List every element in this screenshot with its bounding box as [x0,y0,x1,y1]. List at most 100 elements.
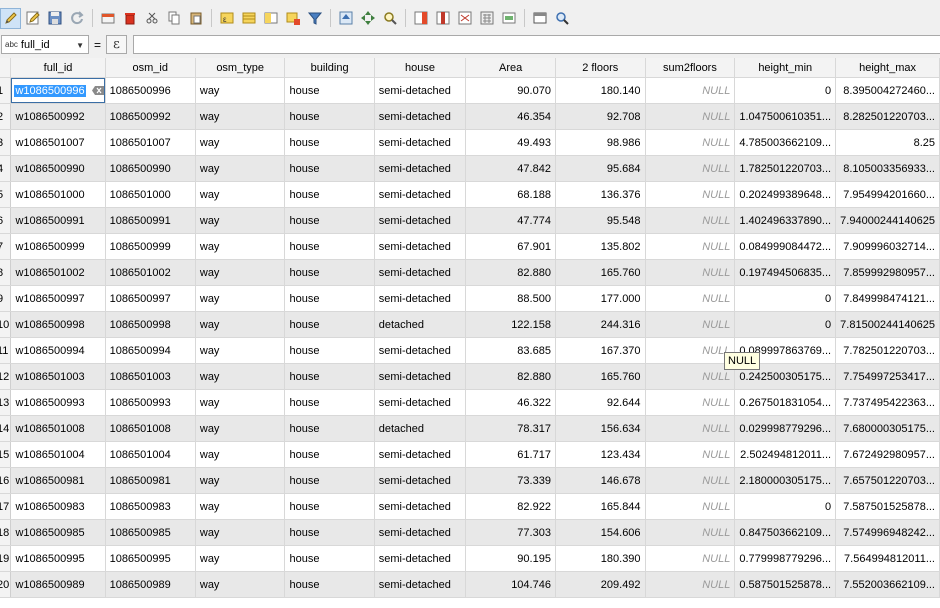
cell-house[interactable]: semi-detached [374,571,467,598]
row-number[interactable]: 9 [0,285,12,312]
save-edits-button[interactable] [44,8,65,29]
cell-osm-id[interactable]: 1086500993 [105,389,196,416]
cell-floors2[interactable]: 165.844 [555,493,646,520]
cell-floors2[interactable]: 123.434 [555,441,646,468]
cell-osm-id[interactable]: 1086500995 [105,545,196,572]
cell-area[interactable]: 77.303 [465,519,556,546]
cell-building[interactable]: house [284,467,375,494]
deselect-all-button[interactable] [282,8,303,29]
cell-osm-type[interactable]: way [195,389,286,416]
cell-height-min[interactable]: 0.084999084472... [734,233,837,260]
move-selection-to-top-button[interactable] [335,8,356,29]
cell-area[interactable]: 46.354 [465,103,556,130]
cell-area[interactable]: 68.188 [465,181,556,208]
actions-button[interactable] [551,8,572,29]
row-number[interactable]: 11 [0,337,12,364]
cell-full-id[interactable]: w1086501003 [10,363,106,390]
copy-button[interactable] [163,8,184,29]
cell-osm-type[interactable]: way [195,285,286,312]
field-select[interactable]: abc full_id ▼ [1,35,89,54]
table-row[interactable]: 10w10865009981086500998wayhousedetached1… [0,311,940,338]
cell-building[interactable]: house [284,545,375,572]
cell-osm-id[interactable]: 1086500998 [105,311,196,338]
cell-sum2floors[interactable]: NULL [645,207,736,234]
row-number[interactable]: 6 [0,207,12,234]
cell-osm-type[interactable]: way [195,77,286,104]
row-number[interactable]: 8 [0,259,12,286]
cell-height-max[interactable]: 7.954994201660... [835,181,940,208]
cell-building[interactable]: house [284,441,375,468]
row-number[interactable]: 4 [0,155,12,182]
row-number[interactable]: 20 [0,571,12,598]
organize-columns-button[interactable] [454,8,475,29]
delete-selected-button[interactable] [119,8,140,29]
new-field-button[interactable] [410,8,431,29]
row-number[interactable]: 18 [0,519,12,546]
cell-height-min[interactable]: 2.180000305175... [734,467,837,494]
cell-osm-id[interactable]: 1086500985 [105,519,196,546]
cell-osm-type[interactable]: way [195,129,286,156]
cell-area[interactable]: 46.322 [465,389,556,416]
cell-sum2floors[interactable]: NULL [645,233,736,260]
cell-full-id[interactable]: w1086500992 [10,103,106,130]
cell-sum2floors[interactable]: NULL [645,415,736,442]
cell-full-id[interactable]: w1086500999 [10,233,106,260]
cell-area[interactable]: 49.493 [465,129,556,156]
cell-osm-id[interactable]: 1086500990 [105,155,196,182]
cell-area[interactable]: 88.500 [465,285,556,312]
delete-field-button[interactable] [432,8,453,29]
cell-height-min[interactable]: 0.587501525878... [734,571,837,598]
cell-osm-id[interactable]: 1086501002 [105,259,196,286]
cell-floors2[interactable]: 98.986 [555,129,646,156]
cell-house[interactable]: semi-detached [374,467,467,494]
cell-osm-type[interactable]: way [195,571,286,598]
expression-input[interactable] [133,35,940,54]
cell-house[interactable]: semi-detached [374,441,467,468]
cell-height-max[interactable]: 8.282501220703... [835,103,940,130]
cell-height-min[interactable]: 0 [734,311,837,338]
cell-sum2floors[interactable]: NULL [645,103,736,130]
cell-osm-id[interactable]: 1086501000 [105,181,196,208]
cell-height-max[interactable]: 8.105003356933... [835,155,940,182]
cell-floors2[interactable]: 177.000 [555,285,646,312]
cell-house[interactable]: semi-detached [374,337,467,364]
cell-height-max[interactable]: 7.587501525878... [835,493,940,520]
pan-to-selected-button[interactable] [357,8,378,29]
cell-floors2[interactable]: 180.140 [555,77,646,104]
cell-height-min[interactable]: 0.202499389648... [734,181,837,208]
cell-building[interactable]: house [284,571,375,598]
cell-full-id[interactable]: w1086500985 [10,519,106,546]
cell-area[interactable]: 122.158 [465,311,556,338]
select-by-expression-button[interactable]: ε [216,8,237,29]
cell-area[interactable]: 82.922 [465,493,556,520]
cell-osm-id[interactable]: 1086500981 [105,467,196,494]
cell-area[interactable]: 78.317 [465,415,556,442]
row-number[interactable]: 2 [0,103,12,130]
zoom-to-selected-button[interactable] [379,8,400,29]
cell-floors2[interactable]: 244.316 [555,311,646,338]
cell-height-min[interactable]: 1.402496337890... [734,207,837,234]
cell-building[interactable]: house [284,129,375,156]
cell-osm-id[interactable]: 1086500991 [105,207,196,234]
cell-height-max[interactable]: 7.849998474121... [835,285,940,312]
cell-floors2[interactable]: 167.370 [555,337,646,364]
cell-floors2[interactable]: 146.678 [555,467,646,494]
cell-sum2floors[interactable]: NULL [645,571,736,598]
cell-area[interactable]: 67.901 [465,233,556,260]
cell-osm-type[interactable]: way [195,545,286,572]
table-row[interactable]: 17w10865009831086500983wayhousesemi-deta… [0,493,940,520]
cell-building[interactable]: house [284,155,375,182]
cell-sum2floors[interactable]: NULL [645,545,736,572]
cell-building[interactable]: house [284,493,375,520]
cell-height-max[interactable]: 7.680000305175... [835,415,940,442]
column-header-house[interactable]: house [374,58,467,78]
invert-selection-button[interactable] [260,8,281,29]
cell-building[interactable]: house [284,77,375,104]
field-calculator-button[interactable] [476,8,497,29]
cell-height-max[interactable]: 7.672492980957... [835,441,940,468]
cell-height-min[interactable]: 0.029998779296... [734,415,837,442]
toggle-multi-edit-button[interactable] [22,8,43,29]
cell-height-max[interactable]: 7.81500244140625 [835,311,940,338]
cell-height-max[interactable]: 7.859992980957... [835,259,940,286]
dock-table-button[interactable] [529,8,550,29]
